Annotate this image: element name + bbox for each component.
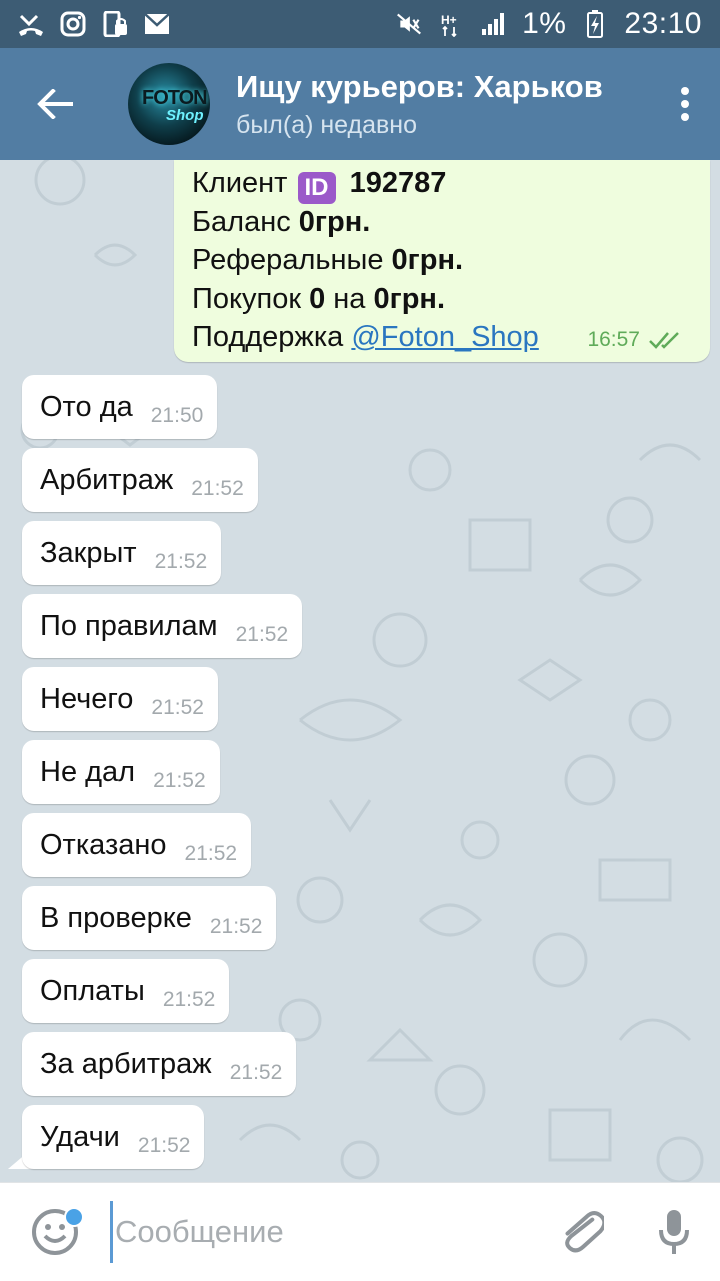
- message-text: В проверке: [40, 901, 192, 934]
- chat-header: FOTON Shop Ищу курьеров: Харьков был(а) …: [0, 48, 720, 160]
- message-text: Оплаты: [40, 974, 145, 1007]
- message-time: 21:52: [154, 550, 208, 573]
- message-time: 21:52: [162, 988, 216, 1011]
- incoming-message[interactable]: Оплаты 21:52: [22, 959, 230, 1023]
- incoming-message[interactable]: По правилам 21:52: [22, 594, 303, 658]
- battery-percent: 1%: [522, 7, 567, 40]
- incoming-message[interactable]: Нечего 21:52: [22, 667, 218, 731]
- client-id: 192787: [349, 167, 447, 199]
- mute-icon: [396, 11, 422, 37]
- message-time: 21:52: [184, 842, 238, 865]
- purchases-value: 0грн.: [373, 282, 446, 315]
- message-text: За арбитраж: [40, 1047, 212, 1080]
- clock: 23:10: [624, 7, 702, 40]
- incoming-message[interactable]: В проверке 21:52: [22, 886, 277, 950]
- more-options-button[interactable]: [650, 48, 720, 160]
- balance-value: 0грн.: [298, 205, 371, 238]
- support-label: Поддержка: [192, 321, 344, 353]
- purchases-on: на: [333, 282, 366, 315]
- outgoing-message-time: 16:57: [587, 328, 640, 351]
- status-bar-left: [18, 11, 170, 37]
- client-line: Клиент ID 192787: [192, 164, 710, 204]
- status-bar: H+ 1% 23:10: [0, 0, 720, 48]
- message-time: 21:52: [235, 623, 289, 646]
- message-time: 21:52: [191, 477, 244, 500]
- purchases-line: Покупок 0 на 0грн.: [192, 280, 710, 319]
- battery-charging-icon: [582, 10, 608, 38]
- message-list[interactable]: Клиент ID 192787 Баланс 0грн. Реферальны…: [0, 160, 720, 1182]
- balance-label: Баланс: [192, 205, 291, 238]
- referral-label: Реферальные: [192, 244, 384, 276]
- signal-icon: [480, 11, 506, 37]
- message-text: Закрыт: [40, 536, 137, 569]
- back-button[interactable]: [0, 48, 110, 160]
- message-text: Арбитраж: [40, 463, 174, 496]
- message-time: 21:52: [209, 915, 263, 938]
- incoming-message[interactable]: За арбитраж 21:52: [22, 1032, 297, 1096]
- voice-message-button[interactable]: [628, 1183, 720, 1281]
- chat-title-block[interactable]: Ищу курьеров: Харьков был(а) недавно: [236, 69, 650, 140]
- message-time: 21:52: [153, 769, 206, 792]
- incoming-message[interactable]: Закрыт 21:52: [22, 521, 222, 585]
- avatar-logo-subtext: Shop: [166, 107, 204, 124]
- double-check-icon: [649, 332, 679, 349]
- chat-last-seen: был(а) недавно: [236, 110, 418, 139]
- more-vertical-icon: [681, 87, 689, 121]
- data-hplus-icon: H+: [438, 11, 464, 37]
- outgoing-message[interactable]: Клиент ID 192787 Баланс 0грн. Реферальны…: [174, 160, 710, 362]
- chat-title: Ищу курьеров: Харьков: [236, 68, 603, 104]
- referral-line: Реферальные 0грн.: [192, 241, 710, 280]
- outgoing-message-meta: 16:57: [587, 328, 682, 352]
- incoming-message[interactable]: Отказано 21:52: [22, 813, 252, 877]
- arrow-left-icon: [37, 89, 73, 119]
- incoming-message[interactable]: Ото да 21:50: [22, 375, 218, 439]
- phone-lock-icon: [102, 11, 128, 37]
- balance-line: Баланс 0грн.: [192, 203, 710, 242]
- message-input[interactable]: [110, 1201, 536, 1263]
- message-time: 21:52: [229, 1061, 283, 1084]
- incoming-message[interactable]: Арбитраж 21:52: [22, 448, 258, 512]
- paperclip-icon: [565, 1211, 604, 1253]
- incoming-message[interactable]: Удачи 21:52: [22, 1105, 205, 1169]
- instagram-icon: [60, 11, 86, 37]
- status-bar-right: H+ 1% 23:10: [396, 7, 702, 41]
- message-text: Удачи: [40, 1120, 120, 1153]
- chat-avatar[interactable]: FOTON Shop: [128, 63, 210, 145]
- purchases-label: Покупок: [192, 282, 302, 315]
- message-time: 21:52: [137, 1134, 191, 1157]
- new-stickers-dot: [64, 1207, 84, 1227]
- message-time: 21:50: [150, 404, 204, 427]
- referral-value: 0грн.: [391, 244, 464, 276]
- svg-text:H+: H+: [441, 13, 457, 27]
- message-text: Ото да: [40, 390, 133, 423]
- emoji-button[interactable]: [0, 1183, 110, 1281]
- message-time: 21:52: [151, 696, 204, 719]
- id-badge-icon: ID: [297, 172, 336, 204]
- attach-button[interactable]: [536, 1183, 628, 1281]
- client-label: Клиент: [192, 167, 288, 199]
- message-text: Отказано: [40, 828, 167, 861]
- message-text: По правилам: [40, 609, 218, 642]
- message-text: Нечего: [40, 682, 134, 715]
- mail-icon: [144, 11, 170, 37]
- support-link[interactable]: @Foton_Shop: [351, 321, 538, 353]
- message-composer: [0, 1182, 720, 1281]
- purchases-count: 0: [309, 282, 326, 315]
- message-text: Не дал: [40, 755, 136, 788]
- incoming-message[interactable]: Не дал 21:52: [22, 740, 220, 804]
- microphone-icon: [659, 1210, 689, 1254]
- missed-call-icon: [18, 11, 44, 37]
